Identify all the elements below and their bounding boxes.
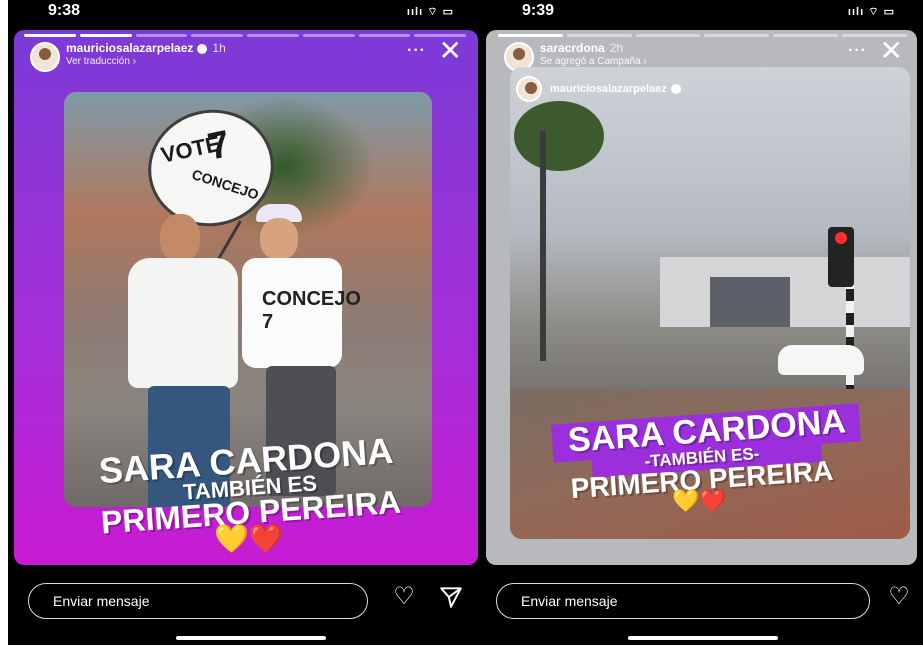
bottom-strip — [0, 645, 923, 652]
close-icon[interactable]: ✕ — [439, 34, 462, 67]
more-options-icon[interactable]: ··· — [407, 42, 426, 60]
progress-segment — [635, 34, 701, 37]
story-header: mauriciosalazarpelaez 1h Ver traducción ›… — [24, 35, 470, 74]
username[interactable]: saracrdona — [540, 41, 605, 55]
hearts-emoji: 💛❤️ — [214, 523, 284, 554]
send-icon[interactable] — [438, 584, 464, 610]
progress-segment — [704, 34, 770, 37]
progress-segment — [498, 34, 563, 37]
verified-badge-icon — [670, 84, 681, 94]
story-progress — [498, 34, 907, 37]
progress-segment — [191, 34, 243, 37]
close-icon[interactable]: ✕ — [880, 34, 903, 67]
status-time: 9:39 — [522, 2, 555, 19]
more-options-icon[interactable]: ··· — [848, 42, 867, 60]
time-ago: 2h — [609, 41, 624, 55]
shared-story-author[interactable]: mauriciosalazarpelaez — [516, 76, 681, 102]
verified-badge-icon — [197, 43, 208, 54]
message-input[interactable]: Enviar mensaje — [496, 583, 870, 619]
username-row[interactable]: saracrdona 2h — [540, 41, 623, 55]
vote-sign-number: 7 — [204, 123, 234, 169]
vote-sign-concejo: CONCEJO — [189, 166, 261, 203]
left-story-panel: 9:38 ıılı ⌔ ▭ mauriciosalazarpelaez 1h Ve… — [8, 0, 482, 645]
man-head — [160, 214, 200, 262]
woman-shirt: CONCEJO 7 — [242, 258, 361, 368]
progress-segment — [79, 34, 132, 37]
tree-trunk — [540, 131, 546, 361]
status-bar: 9:39 ıılı ⌔ ▭ — [482, 0, 923, 28]
progress-segment — [358, 34, 411, 37]
hearts-emoji: 💛❤️ — [672, 488, 727, 513]
tree-crown — [514, 101, 604, 171]
time-ago: 1h — [212, 41, 226, 55]
signal-wifi-battery-icon: ıılı ⌔ ▭ — [847, 6, 895, 18]
right-story-panel: 9:39 ıılı ⌔ ▭ saracrdona 2h Se agregó a C… — [482, 0, 923, 645]
red-light — [835, 232, 847, 244]
status-bar: 9:38 ıılı ⌔ ▭ — [8, 0, 482, 28]
username-row[interactable]: mauriciosalazarpelaez 1h — [66, 41, 226, 55]
avatar[interactable] — [30, 42, 60, 72]
progress-segment — [773, 34, 839, 37]
signal-wifi-battery-icon: ıılı ⌔ ▭ — [406, 6, 454, 18]
status-time: 9:38 — [48, 2, 81, 19]
man-shirt — [128, 258, 238, 388]
building-storefront — [710, 277, 790, 327]
woman-head — [260, 218, 298, 260]
progress-segment — [24, 34, 76, 37]
home-indicator[interactable] — [628, 636, 778, 640]
home-indicator[interactable] — [176, 636, 326, 640]
shared-author-name[interactable]: mauriciosalazarpelaez — [550, 83, 667, 95]
traffic-light — [828, 227, 854, 287]
shirt-print: CONCEJO 7 — [262, 288, 361, 333]
car — [778, 345, 864, 375]
progress-segment — [135, 34, 188, 37]
like-heart-icon[interactable]: ♡ — [886, 584, 912, 610]
translation-link[interactable]: Ver traducción › — [66, 56, 136, 67]
shared-author-avatar — [516, 76, 542, 102]
like-heart-icon[interactable]: ♡ — [391, 584, 417, 610]
progress-segment — [566, 34, 632, 37]
progress-segment — [302, 34, 355, 37]
collection-link[interactable]: Se agregó a Campaña › — [540, 56, 647, 67]
story-progress — [24, 34, 466, 37]
progress-segment — [247, 34, 299, 37]
palm-tree — [514, 101, 604, 361]
message-input[interactable]: Enviar mensaje — [28, 583, 368, 619]
username[interactable]: mauriciosalazarpelaez — [66, 41, 193, 55]
